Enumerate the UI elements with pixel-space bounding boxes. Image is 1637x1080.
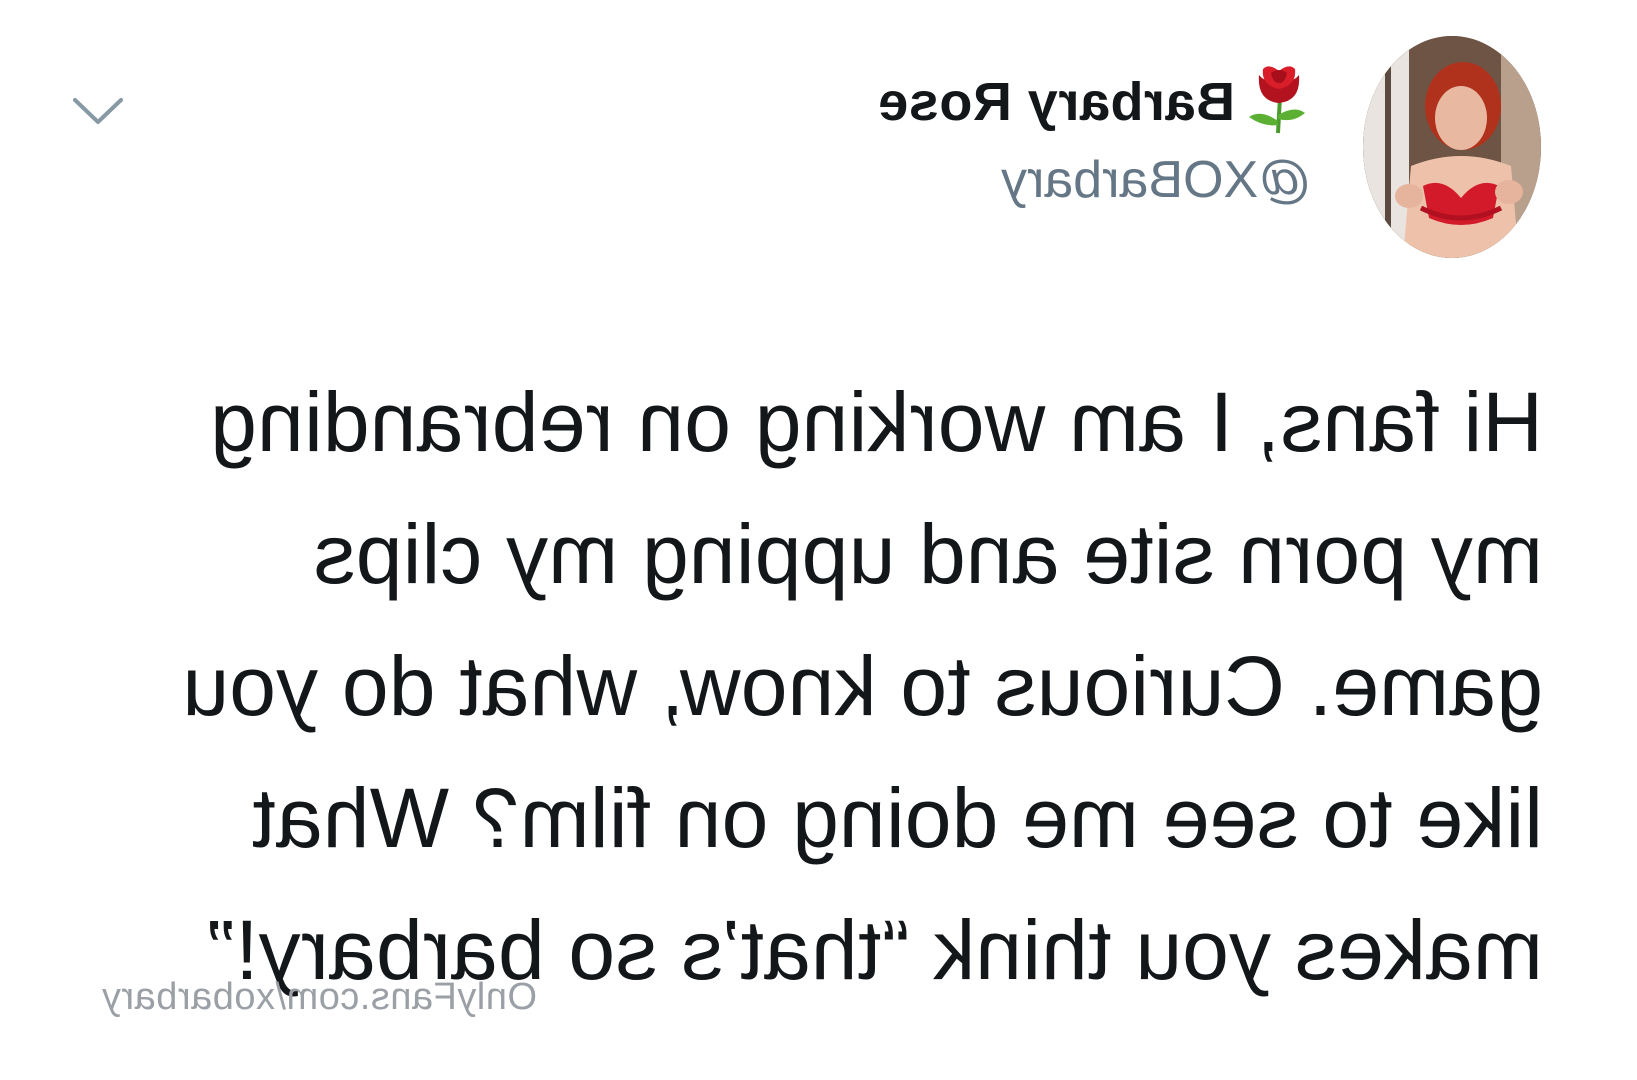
mirrored-view: Barbary Rose @XOBarbary Hi fans, I am wo… — [0, 0, 1637, 1080]
display-name[interactable]: Barbary Rose — [878, 71, 1235, 133]
tweet-card: Barbary Rose @XOBarbary Hi fans, I am wo… — [0, 0, 1637, 1080]
tweet-header: Barbary Rose @XOBarbary — [878, 66, 1311, 210]
tweet-text-line: game. Curious to know, what do you — [182, 639, 1543, 733]
user-handle[interactable]: @XOBarbary — [878, 150, 1311, 210]
chevron-down-icon[interactable] — [69, 92, 127, 132]
avatar[interactable] — [1363, 36, 1541, 258]
tweet-text: Hi fans, I am working on rebranding my p… — [143, 356, 1543, 1016]
screenshot-stage: Barbary Rose @XOBarbary Hi fans, I am wo… — [0, 0, 1637, 1080]
rose-icon — [1245, 61, 1311, 135]
watermark: OnlyFans.com/xobarbary — [101, 976, 538, 1018]
tweet-text-line: my porn site and upping my clips — [313, 507, 1543, 601]
tweet-text-line: Hi fans, I am working on rebranding — [210, 375, 1543, 469]
display-name-row[interactable]: Barbary Rose — [878, 66, 1311, 136]
tweet-text-line: like to see me doing on film? What — [252, 771, 1543, 865]
avatar-image — [1363, 36, 1541, 258]
